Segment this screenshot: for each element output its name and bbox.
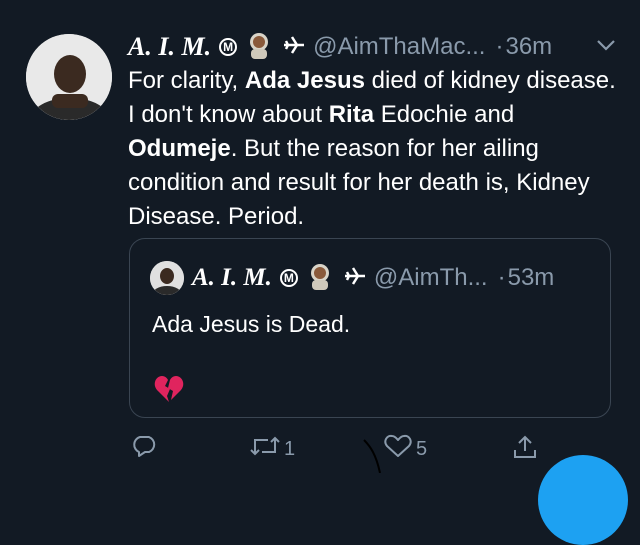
text-segment: For clarity, bbox=[128, 67, 245, 94]
share-icon bbox=[512, 434, 538, 466]
quoted-handle: @AimTh... bbox=[373, 264, 488, 291]
astronaut-emoji-icon bbox=[245, 31, 273, 64]
avatar[interactable] bbox=[26, 34, 112, 120]
timestamp[interactable]: 36m bbox=[505, 33, 552, 61]
text-bold-segment: Ada Jesus bbox=[244, 67, 365, 94]
pen-stroke-mark bbox=[360, 438, 400, 478]
tweet-action-bar: 1 5 bbox=[0, 428, 640, 468]
m-badge-icon: M bbox=[279, 269, 298, 287]
quoted-timestamp: 53m bbox=[507, 264, 555, 291]
like-count: 5 bbox=[416, 437, 428, 460]
share-button[interactable] bbox=[512, 434, 538, 466]
retweet-count: 1 bbox=[284, 437, 296, 460]
chevron-down-icon[interactable] bbox=[596, 38, 616, 57]
retweet-button[interactable]: 1 bbox=[248, 434, 295, 464]
tweet-text: For clarity, Ada Jesus died of kidney di… bbox=[128, 64, 628, 234]
retweet-icon bbox=[248, 434, 282, 464]
airplane-icon bbox=[344, 266, 366, 291]
text-bold-segment: Odumeje bbox=[128, 135, 231, 162]
quoted-author-name: A. I. M. bbox=[192, 264, 272, 291]
separator-dot: · bbox=[495, 33, 504, 60]
author-handle[interactable]: @AimThaMac... bbox=[313, 33, 485, 61]
reply-icon bbox=[132, 434, 158, 464]
quoted-text: Ada Jesus is Dead. bbox=[152, 311, 351, 337]
quoted-avatar bbox=[150, 261, 184, 295]
quoted-tweet-header: A. I. M. M @AimTh... · 53m bbox=[150, 261, 554, 295]
author-name[interactable]: A. I. M. bbox=[128, 32, 211, 62]
reply-button[interactable] bbox=[132, 434, 158, 464]
astronaut-emoji-icon bbox=[306, 262, 334, 295]
airplane-icon bbox=[283, 35, 305, 60]
tweet-header: A. I. M. M @AimThaMac... · 36m bbox=[128, 32, 552, 62]
broken-heart-icon bbox=[154, 375, 184, 408]
text-bold-segment: Rita bbox=[328, 101, 375, 128]
compose-button[interactable] bbox=[538, 455, 628, 545]
separator-dot: · bbox=[497, 264, 506, 291]
m-badge-icon: M bbox=[219, 38, 238, 56]
quoted-tweet[interactable]: A. I. M. M @AimTh... · 53m Ada Jesus is … bbox=[129, 238, 611, 418]
text-segment: Edochie and bbox=[374, 101, 515, 128]
